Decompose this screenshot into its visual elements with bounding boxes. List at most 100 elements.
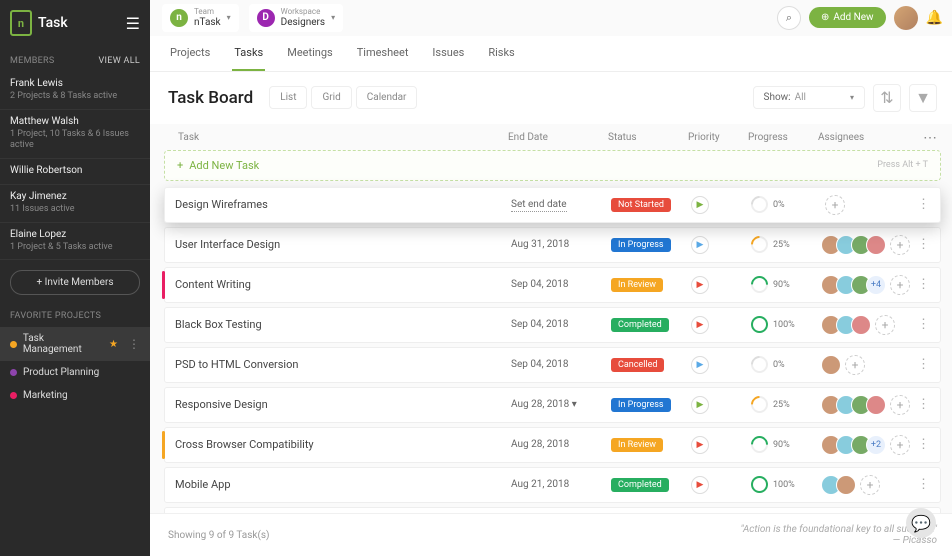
priority-flag-icon[interactable]: ▶ bbox=[691, 356, 709, 374]
progress-ring-icon bbox=[747, 193, 771, 217]
tab-timesheet[interactable]: Timesheet bbox=[355, 36, 411, 71]
priority-flag-icon[interactable]: ▶ bbox=[691, 476, 709, 494]
view-all-link[interactable]: View All bbox=[99, 56, 140, 66]
more-assignees[interactable]: +2 bbox=[866, 435, 886, 455]
member-item[interactable]: Matthew Walsh1 Project, 10 Tasks & 6 Iss… bbox=[0, 110, 150, 159]
task-progress: 90% bbox=[751, 436, 821, 453]
show-filter[interactable]: Show: All ▾ bbox=[753, 86, 866, 109]
assignee-avatar[interactable] bbox=[821, 355, 841, 375]
status-badge[interactable]: Cancelled bbox=[611, 358, 664, 372]
status-badge[interactable]: In Progress bbox=[611, 238, 671, 252]
add-assignee-icon[interactable]: + bbox=[890, 275, 910, 295]
task-end-date[interactable]: Aug 28, 2018 bbox=[511, 439, 611, 450]
sidebar-project[interactable]: Task Management★⋮ bbox=[0, 327, 150, 361]
status-badge[interactable]: Not Started bbox=[611, 198, 671, 212]
add-assignee-icon[interactable]: + bbox=[890, 435, 910, 455]
add-assignee-icon[interactable]: + bbox=[860, 475, 880, 495]
sidebar-project[interactable]: Product Planning bbox=[0, 361, 150, 384]
status-badge[interactable]: In Review bbox=[611, 438, 663, 452]
priority-flag-icon[interactable]: ▶ bbox=[691, 396, 709, 414]
main: n TeamnTask ▾ D WorkspaceDesigners ▾ ⌕ ⊕… bbox=[150, 0, 952, 556]
more-icon[interactable]: ⋮ bbox=[128, 337, 140, 351]
task-row[interactable]: Black Box Testing Sep 04, 2018 Completed… bbox=[164, 307, 941, 343]
progress-ring-icon bbox=[751, 476, 768, 493]
add-assignee-icon[interactable]: + bbox=[890, 235, 910, 255]
column-headers: Task End Date Status Priority Progress A… bbox=[150, 124, 952, 150]
invite-members-button[interactable]: + Invite Members bbox=[10, 270, 140, 295]
member-item[interactable]: Elaine Lopez1 Project & 5 Tasks active bbox=[0, 223, 150, 261]
filter-icon[interactable]: ▼ bbox=[909, 84, 937, 112]
task-assignees: +4+ bbox=[821, 275, 910, 295]
task-row[interactable]: User Interface Design Aug 31, 2018 In Pr… bbox=[164, 227, 941, 263]
row-more-icon[interactable]: ⋮ bbox=[910, 317, 930, 332]
user-avatar[interactable] bbox=[894, 6, 918, 30]
tab-meetings[interactable]: Meetings bbox=[285, 36, 334, 71]
task-end-date[interactable]: Sep 04, 2018 bbox=[511, 279, 611, 290]
add-assignee-icon[interactable]: + bbox=[890, 395, 910, 415]
task-count: Showing 9 of 9 Task(s) bbox=[168, 530, 270, 541]
task-end-date[interactable]: Aug 31, 2018 bbox=[511, 239, 611, 250]
task-row[interactable]: Responsive Design Aug 28, 2018 ▾ In Prog… bbox=[164, 387, 941, 423]
assignee-avatar[interactable] bbox=[836, 475, 856, 495]
row-more-icon[interactable]: ⋮ bbox=[910, 477, 930, 492]
tab-tasks[interactable]: Tasks bbox=[232, 36, 265, 71]
sort-icon[interactable]: ⇅ bbox=[873, 84, 901, 112]
task-row[interactable]: Content Writing Sep 04, 2018 In Review ▶… bbox=[164, 267, 941, 303]
notifications-icon[interactable]: 🔔 bbox=[926, 10, 943, 26]
row-more-icon[interactable]: ⋮ bbox=[910, 197, 930, 212]
priority-flag-icon[interactable]: ▶ bbox=[691, 436, 709, 454]
member-item[interactable]: Willie Robertson bbox=[0, 159, 150, 185]
tab-issues[interactable]: Issues bbox=[430, 36, 466, 71]
status-badge[interactable]: Completed bbox=[611, 478, 669, 492]
menu-toggle-icon[interactable]: ☰ bbox=[126, 14, 140, 33]
status-badge[interactable]: In Review bbox=[611, 278, 663, 292]
tab-projects[interactable]: Projects bbox=[168, 36, 212, 71]
task-row[interactable]: Cross Browser Compatibility Aug 28, 2018… bbox=[164, 427, 941, 463]
logo-mark-icon: n bbox=[10, 10, 32, 36]
task-end-date[interactable]: Sep 04, 2018 bbox=[511, 359, 611, 370]
add-assignee-icon[interactable]: + bbox=[825, 195, 845, 215]
row-more-icon[interactable]: ⋮ bbox=[910, 277, 930, 292]
sidebar-project[interactable]: Marketing bbox=[0, 384, 150, 407]
view-list[interactable]: List bbox=[269, 86, 307, 109]
task-end-date[interactable]: Sep 04, 2018 bbox=[511, 319, 611, 330]
status-badge[interactable]: In Progress bbox=[611, 398, 671, 412]
priority-flag-icon[interactable]: ▶ bbox=[691, 316, 709, 334]
row-more-icon[interactable]: ⋮ bbox=[910, 437, 930, 452]
assignee-avatar[interactable] bbox=[866, 235, 886, 255]
member-item[interactable]: Frank Lewis2 Projects & 8 Tasks active bbox=[0, 72, 150, 110]
task-progress: 0% bbox=[751, 196, 821, 213]
assignee-avatar[interactable] bbox=[851, 315, 871, 335]
task-row[interactable]: PSD to HTML Conversion Sep 04, 2018 Canc… bbox=[164, 347, 941, 383]
add-new-button[interactable]: ⊕Add New bbox=[809, 7, 886, 28]
team-crumb[interactable]: n TeamnTask ▾ bbox=[162, 4, 239, 32]
member-item[interactable]: Kay Jimenez11 Issues active bbox=[0, 185, 150, 223]
add-task-row[interactable]: + Add New Task Press Alt + T bbox=[164, 150, 941, 181]
task-end-date[interactable]: Aug 28, 2018 ▾ bbox=[511, 399, 611, 410]
priority-flag-icon[interactable]: ▶ bbox=[691, 236, 709, 254]
view-calendar[interactable]: Calendar bbox=[356, 86, 418, 109]
chat-icon[interactable]: 💬 bbox=[906, 508, 936, 538]
task-row[interactable]: Mobile App Aug 21, 2018 Completed ▶ 100%… bbox=[164, 467, 941, 503]
task-end-date[interactable]: Set end date bbox=[511, 199, 611, 210]
add-assignee-icon[interactable]: + bbox=[845, 355, 865, 375]
view-grid[interactable]: Grid bbox=[311, 86, 351, 109]
task-row[interactable]: Design Wireframes Set end date Not Start… bbox=[164, 187, 941, 223]
tab-risks[interactable]: Risks bbox=[486, 36, 516, 71]
row-more-icon[interactable]: ⋮ bbox=[910, 397, 930, 412]
logo[interactable]: n Task bbox=[10, 10, 68, 36]
task-end-date[interactable]: Aug 21, 2018 bbox=[511, 479, 611, 490]
search-icon[interactable]: ⌕ bbox=[777, 6, 801, 30]
col-more-icon[interactable]: ⋯ bbox=[907, 130, 937, 146]
add-assignee-icon[interactable]: + bbox=[875, 315, 895, 335]
priority-flag-icon[interactable]: ▶ bbox=[691, 196, 709, 214]
row-more-icon[interactable]: ⋮ bbox=[910, 357, 930, 372]
priority-flag-icon[interactable]: ▶ bbox=[691, 276, 709, 294]
task-assignees: +2+ bbox=[821, 435, 910, 455]
assignee-avatar[interactable] bbox=[866, 395, 886, 415]
row-more-icon[interactable]: ⋮ bbox=[910, 237, 930, 252]
workspace-crumb[interactable]: D WorkspaceDesigners ▾ bbox=[249, 4, 343, 32]
more-assignees[interactable]: +4 bbox=[866, 275, 886, 295]
status-badge[interactable]: Completed bbox=[611, 318, 669, 332]
task-row[interactable]: Website Design & Development Aug 20, 201… bbox=[164, 507, 941, 513]
